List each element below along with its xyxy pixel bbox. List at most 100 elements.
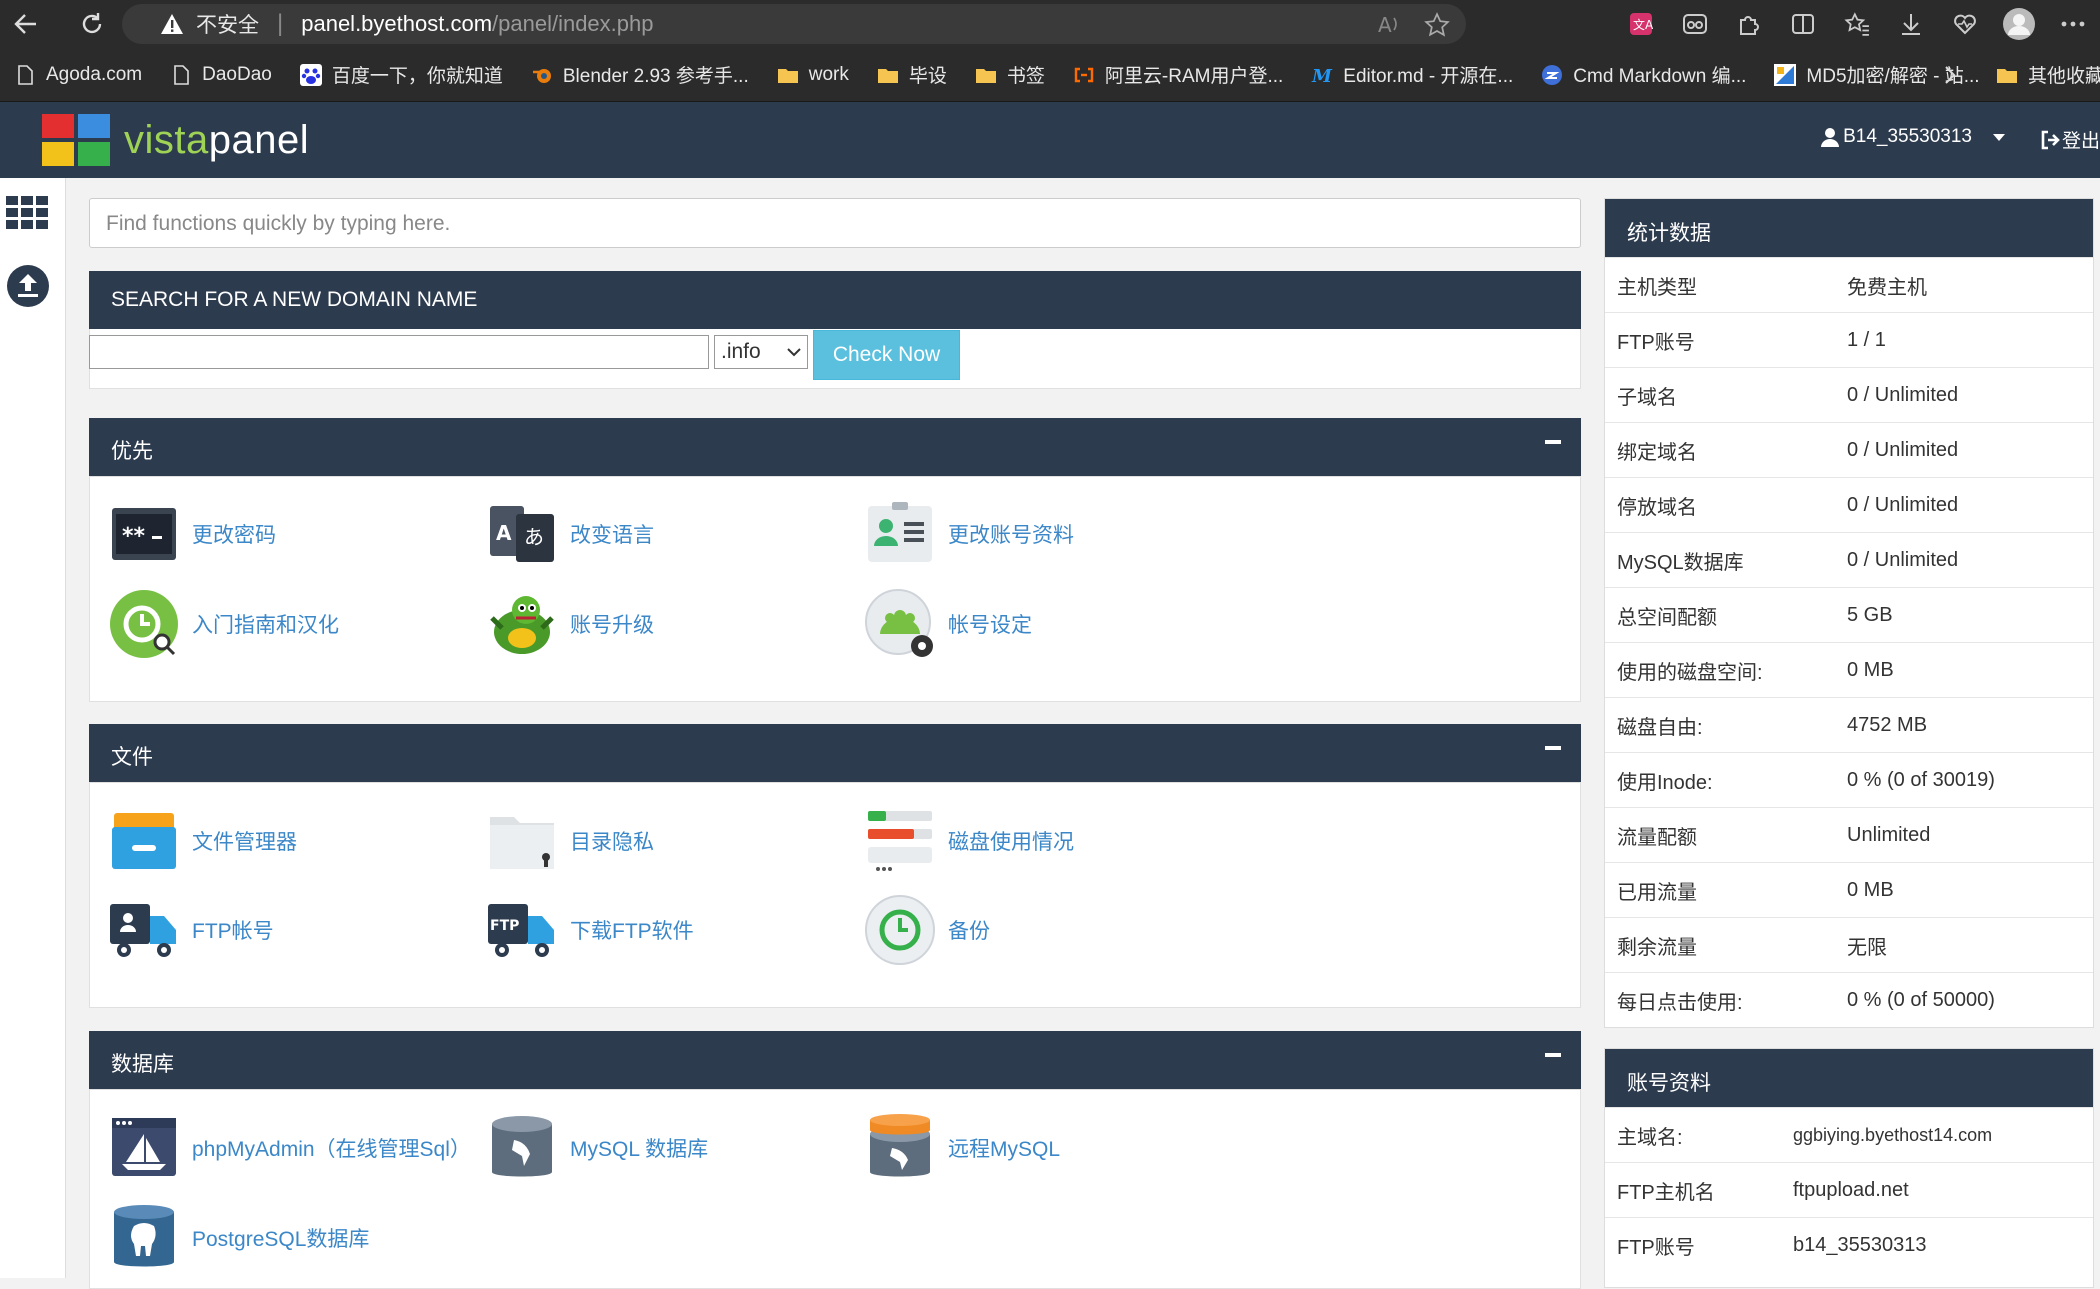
stats-key: 总空间配额 [1617, 606, 1717, 629]
bookmarks-overflow-chevron-icon[interactable] [1942, 64, 1958, 86]
check-now-button[interactable]: Check Now [813, 330, 960, 380]
stats-key: 子域名 [1617, 386, 1677, 409]
split-screen-icon[interactable] [1776, 0, 1830, 48]
blender-icon [532, 68, 551, 83]
item-ftp-accounts[interactable]: FTP帐号 [108, 894, 274, 966]
bookmark-item[interactable]: M Editor.md - 开源在... [1297, 48, 1527, 102]
bookmark-item[interactable]: MD5加密/解密 - 站... [1760, 48, 1993, 102]
account-value[interactable]: ftpupload.net [1793, 1179, 2093, 1202]
extension-icon[interactable] [1668, 0, 1722, 48]
remote-mysql-icon [870, 1114, 930, 1177]
item-account-settings[interactable]: 帐号设定 [864, 588, 1032, 660]
section-title: 文件 [111, 746, 153, 769]
bookmark-item[interactable]: DaoDao [156, 48, 286, 102]
stats-value: 0 MB [1847, 658, 1894, 681]
logout-icon [2041, 130, 2060, 149]
stats-value: 0 % (0 of 30019) [1847, 768, 1995, 791]
section-header-files[interactable]: 文件 [89, 724, 1581, 782]
account-row: FTP账号 b14_35530313 [1605, 1217, 2093, 1272]
favorite-star-icon[interactable] [1424, 12, 1450, 38]
warning-icon[interactable] [160, 13, 184, 35]
url-separator: | [277, 10, 284, 37]
back-arrow-icon[interactable] [4, 2, 48, 46]
section-title: 数据库 [111, 1053, 174, 1076]
stats-key: 使用Inode: [1617, 771, 1713, 794]
item-directory-privacy[interactable]: 目录隐私 [486, 805, 654, 877]
domain-name-input[interactable] [89, 335, 709, 369]
domain-search-header: SEARCH FOR A NEW DOMAIN NAME [89, 271, 1581, 329]
collapse-icon[interactable] [1545, 746, 1561, 750]
bookmark-item[interactable]: work [763, 48, 863, 102]
item-download-ftp[interactable]: FTP 下载FTP软件 [486, 894, 694, 966]
section-header-databases[interactable]: 数据库 [89, 1031, 1581, 1089]
bookmark-item[interactable]: 百度一下，你就知道 [286, 48, 517, 102]
function-search-input[interactable]: Find functions quickly by typing here. [89, 198, 1581, 248]
vistapanel-logo[interactable]: vistapanel [42, 114, 309, 166]
item-change-password[interactable]: ** 更改密码 [108, 498, 276, 570]
stats-row: 磁盘自由: 4752 MB [1605, 697, 2093, 752]
item-mysql-databases[interactable]: MySQL 数据库 [486, 1112, 708, 1184]
bookmark-item[interactable]: 书签 [961, 48, 1059, 102]
account-value[interactable]: ggbiying.byethost14.com [1793, 1125, 2093, 1146]
address-bar[interactable]: 不安全 | panel.byethost.com/panel/index.php… [122, 4, 1466, 44]
puzzle-icon[interactable] [1722, 0, 1776, 48]
check-now-label: Check Now [832, 343, 941, 366]
browser-extension-area: 文A [1614, 0, 2100, 48]
collapse-icon[interactable] [1545, 440, 1561, 444]
item-label: 帐号设定 [948, 614, 1032, 637]
collapse-icon[interactable] [1545, 1053, 1561, 1057]
more-menu-icon[interactable] [2046, 0, 2100, 48]
item-getting-started[interactable]: 入门指南和汉化 [108, 588, 339, 660]
apps-grid-icon[interactable] [6, 196, 48, 230]
download-icon[interactable] [1884, 0, 1938, 48]
item-remote-mysql[interactable]: 远程MySQL [864, 1112, 1060, 1184]
upload-icon[interactable] [6, 264, 50, 308]
stats-key: MySQL数据库 [1617, 551, 1744, 574]
stats-row: 停放域名 0 / Unlimited [1605, 477, 2093, 532]
item-backup[interactable]: 备份 [864, 894, 990, 966]
logout-button[interactable]: 登出 [2040, 126, 2100, 153]
caret-down-icon [1993, 134, 2005, 141]
stats-value: 5 GB [1847, 603, 1893, 626]
item-phpmyadmin[interactable]: phpMyAdmin（在线管理Sql） [108, 1112, 471, 1184]
item-label: 下载FTP软件 [570, 920, 694, 943]
bookmark-item[interactable]: 毕设 [863, 48, 961, 102]
reload-icon[interactable] [70, 2, 114, 46]
account-value[interactable]: b14_35530313 [1793, 1234, 2093, 1257]
bookmark-label: 毕设 [908, 66, 947, 87]
read-aloud-icon[interactable]: A [1376, 12, 1402, 36]
stats-value: 1 / 1 [1847, 328, 1886, 351]
bookmark-label: Agoda.com [46, 63, 143, 85]
other-bookmarks[interactable]: 其他收藏 [1982, 48, 2100, 102]
account-settings-icon [865, 589, 933, 657]
stats-row: 已用流量 0 MB [1605, 862, 2093, 917]
section-header-priority[interactable]: 优先 [89, 418, 1581, 476]
item-change-language[interactable]: Aあ 改变语言 [486, 498, 654, 570]
profile-avatar-icon[interactable] [1992, 0, 2046, 48]
mysql-database-icon [492, 1116, 552, 1177]
stats-key: FTP账号 [1617, 331, 1695, 354]
item-account-upgrade[interactable]: 账号升级 [486, 588, 654, 660]
cmd-icon [1542, 64, 1563, 85]
ftp-software-icon: FTP [488, 904, 554, 957]
tld-select[interactable]: .info [714, 335, 808, 369]
user-menu[interactable]: B14_35530313 [1821, 126, 2006, 148]
item-file-manager[interactable]: 文件管理器 [108, 805, 297, 877]
item-postgresql[interactable]: PostgreSQL数据库 [108, 1202, 369, 1274]
health-icon[interactable] [1938, 0, 1992, 48]
domain-search-title: SEARCH FOR A NEW DOMAIN NAME [111, 288, 478, 311]
stats-value: 免费主机 [1847, 276, 1927, 299]
translate-extension-icon[interactable]: 文A [1614, 0, 1668, 48]
item-disk-usage[interactable]: 磁盘使用情况 [864, 805, 1074, 877]
account-panel-title: 账号资料 [1605, 1049, 2093, 1107]
page-icon [174, 64, 189, 85]
bookmark-item[interactable]: Cmd Markdown 编... [1527, 48, 1760, 102]
bookmark-item[interactable]: 阿里云-RAM用户登... [1059, 48, 1297, 102]
bookmark-item[interactable]: Agoda.com [0, 48, 156, 102]
item-label: PostgreSQL数据库 [192, 1228, 370, 1251]
item-change-account-info[interactable]: 更改账号资料 [864, 498, 1074, 570]
bookmark-item[interactable]: Blender 2.93 参考手... [517, 48, 763, 102]
page-icon [18, 64, 33, 85]
favorites-icon[interactable] [1830, 0, 1884, 48]
logo-text: vistapanel [124, 118, 309, 163]
